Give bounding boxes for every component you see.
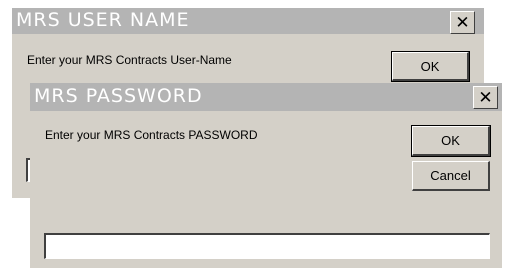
password-titlebar[interactable]: MRS PASSWORD ✕ (30, 83, 502, 111)
password-prompt: Enter your MRS Contracts PASSWORD (45, 128, 258, 142)
user-name-titlebar[interactable]: MRS USER NAME ✕ (12, 8, 484, 34)
password-cancel-label: Cancel (430, 168, 471, 183)
user-name-ok-button[interactable]: OK (391, 51, 470, 82)
password-cancel-button[interactable]: Cancel (412, 161, 490, 191)
user-name-dialog-title: MRS USER NAME (16, 9, 190, 31)
user-name-prompt: Enter your MRS Contracts User-Name (27, 53, 232, 67)
password-dialog: MRS PASSWORD ✕ Enter your MRS Contracts … (30, 83, 502, 268)
close-icon: ✕ (478, 87, 493, 108)
password-ok-label: OK (441, 133, 460, 148)
close-icon: ✕ (455, 12, 470, 33)
user-name-ok-label: OK (420, 58, 440, 74)
password-dialog-title: MRS PASSWORD (34, 85, 203, 107)
password-input[interactable] (44, 233, 490, 259)
password-ok-button[interactable]: OK (411, 125, 491, 157)
user-name-close-button[interactable]: ✕ (450, 11, 475, 34)
password-close-button[interactable]: ✕ (473, 86, 498, 109)
